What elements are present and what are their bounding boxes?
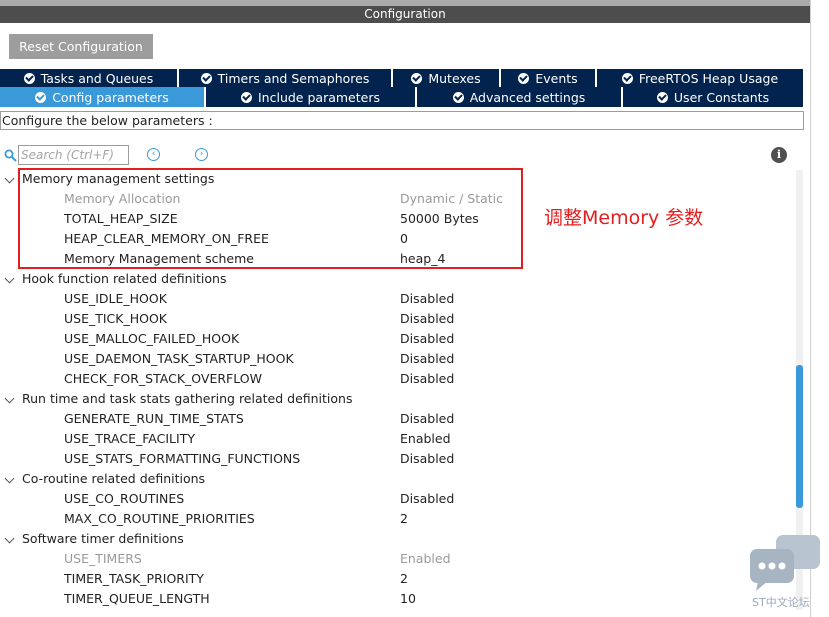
tab-row-bottom: Config parameters Include parameters Adv… — [0, 87, 803, 107]
param-value: Disabled — [400, 351, 455, 366]
chevron-right-circle-icon[interactable]: › — [195, 148, 208, 161]
check-circle-icon — [241, 91, 252, 103]
check-circle-icon — [656, 91, 668, 103]
annotation-text: 调整Memory 参数 — [544, 207, 704, 229]
param-value: Disabled — [400, 491, 455, 506]
check-circle-icon — [518, 72, 530, 84]
check-circle-icon — [35, 91, 47, 103]
tab-label: Include parameters — [258, 89, 380, 105]
param-row[interactable]: MAX_CO_ROUTINE_PRIORITIES 2 — [0, 509, 790, 529]
tab-include-parameters[interactable]: Include parameters — [204, 87, 415, 107]
search-input[interactable] — [18, 145, 129, 165]
param-value: 10 — [400, 591, 416, 606]
param-value: 2 — [400, 511, 408, 526]
param-row[interactable]: TIMER_QUEUE_LENGTH 10 — [0, 589, 790, 609]
tab-tasks-and-queues[interactable]: Tasks and Queues — [0, 69, 177, 87]
param-row[interactable]: USE_IDLE_HOOK Disabled — [0, 289, 790, 309]
parameters-description: Configure the below parameters : — [0, 111, 804, 130]
highlight-box — [18, 168, 523, 269]
tab-timers-and-semaphores[interactable]: Timers and Semaphores — [177, 69, 391, 87]
group-hook-functions[interactable]: Hook function related definitions — [0, 269, 790, 289]
tab-label: Timers and Semaphores — [217, 70, 370, 86]
scrollbar-thumb[interactable] — [796, 365, 803, 508]
check-circle-icon — [621, 72, 633, 84]
group-software-timers[interactable]: Software timer definitions — [0, 529, 790, 549]
param-value: Enabled — [400, 431, 451, 446]
tab-label: Mutexes — [428, 70, 481, 86]
check-circle-icon — [411, 72, 423, 84]
param-row[interactable]: USE_DAEMON_TASK_STARTUP_HOOK Disabled — [0, 349, 790, 369]
param-name: MAX_CO_ROUTINE_PRIORITIES — [64, 511, 255, 526]
tab-label: FreeRTOS Heap Usage — [638, 70, 779, 86]
param-row[interactable]: USE_STATS_FORMATTING_FUNCTIONS Disabled — [0, 449, 790, 469]
chevron-down-icon[interactable] — [4, 533, 15, 544]
watermark-text: ST中文论坛 — [752, 596, 810, 609]
param-row[interactable]: GENERATE_RUN_TIME_STATS Disabled — [0, 409, 790, 429]
group-label: Hook function related definitions — [22, 271, 227, 286]
tab-user-constants[interactable]: User Constants — [621, 87, 803, 107]
group-co-routines[interactable]: Co-routine related definitions — [0, 469, 790, 489]
tab-events[interactable]: Events — [499, 69, 595, 87]
param-value: Disabled — [400, 371, 455, 386]
param-name: USE_STATS_FORMATTING_FUNCTIONS — [64, 451, 301, 466]
info-icon[interactable]: i — [771, 147, 787, 163]
param-row[interactable]: USE_TRACE_FACILITY Enabled — [0, 429, 790, 449]
group-label: Run time and task stats gathering relate… — [22, 391, 353, 406]
tab-label: User Constants — [673, 89, 770, 105]
param-row[interactable]: TIMER_TASK_PRIORITY 2 — [0, 569, 790, 589]
chevron-left-circle-icon[interactable]: ‹ — [147, 148, 160, 161]
magnifier-icon — [4, 149, 17, 162]
check-circle-icon — [200, 72, 212, 84]
param-row[interactable]: USE_MALLOC_FAILED_HOOK Disabled — [0, 329, 790, 349]
group-runtime-stats[interactable]: Run time and task stats gathering relate… — [0, 389, 790, 409]
param-name: USE_TIMERS — [64, 551, 142, 566]
param-row[interactable]: USE_TICK_HOOK Disabled — [0, 309, 790, 329]
param-name: USE_MALLOC_FAILED_HOOK — [64, 331, 240, 346]
param-row[interactable]: USE_CO_ROUTINES Disabled — [0, 489, 790, 509]
tab-label: Advanced settings — [469, 89, 586, 105]
check-circle-icon — [23, 72, 35, 84]
param-value: Disabled — [400, 451, 455, 466]
param-row[interactable]: CHECK_FOR_STACK_OVERFLOW Disabled — [0, 369, 790, 389]
tab-freertos-heap-usage[interactable]: FreeRTOS Heap Usage — [595, 69, 803, 87]
chat-bubbles-icon — [750, 535, 820, 591]
param-name: USE_IDLE_HOOK — [64, 291, 167, 306]
tab-label: Events — [535, 70, 578, 86]
param-name: USE_CO_ROUTINES — [64, 491, 185, 506]
param-value: Disabled — [400, 331, 455, 346]
param-name: GENERATE_RUN_TIME_STATS — [64, 411, 244, 426]
chevron-down-icon[interactable] — [4, 393, 15, 404]
param-value: Disabled — [400, 411, 455, 426]
group-label: Software timer definitions — [22, 531, 184, 546]
tab-advanced-settings[interactable]: Advanced settings — [415, 87, 621, 107]
tab-config-parameters[interactable]: Config parameters — [0, 87, 204, 107]
param-name: TIMER_TASK_PRIORITY — [64, 571, 204, 586]
chevron-down-icon[interactable] — [4, 473, 15, 484]
tab-row-top: Tasks and Queues Timers and Semaphores M… — [0, 69, 803, 87]
group-label: Co-routine related definitions — [22, 471, 206, 486]
param-value: Disabled — [400, 311, 455, 326]
tab-mutexes[interactable]: Mutexes — [391, 69, 499, 87]
param-name: USE_DAEMON_TASK_STARTUP_HOOK — [64, 351, 294, 366]
right-panel-edge — [810, 0, 829, 617]
reset-configuration-button[interactable]: Reset Configuration — [9, 34, 153, 59]
param-name: CHECK_FOR_STACK_OVERFLOW — [64, 371, 262, 386]
window-title: Configuration — [0, 6, 810, 23]
param-name: TIMER_QUEUE_LENGTH — [64, 591, 210, 606]
param-name: USE_TRACE_FACILITY — [64, 431, 195, 446]
chevron-down-icon[interactable] — [4, 273, 15, 284]
param-row[interactable]: USE_TIMERS Enabled — [0, 549, 790, 569]
param-value: Disabled — [400, 291, 455, 306]
chevron-down-icon[interactable] — [4, 173, 15, 184]
param-value: Enabled — [400, 551, 451, 566]
param-name: USE_TICK_HOOK — [64, 311, 168, 326]
check-circle-icon — [452, 91, 464, 103]
tab-label: Tasks and Queues — [40, 70, 154, 86]
tab-label: Config parameters — [52, 89, 169, 105]
param-value: 2 — [400, 571, 408, 586]
